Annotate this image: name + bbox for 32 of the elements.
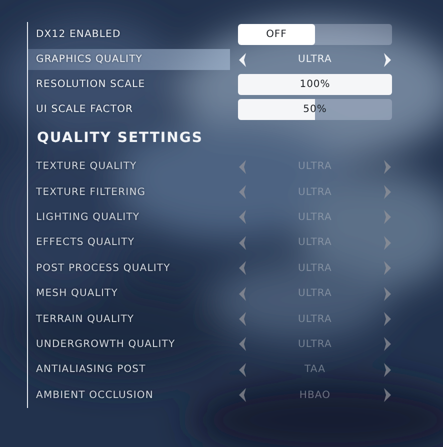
toggle-switch[interactable]: OFF — [238, 24, 392, 45]
setting-label: ANTIALIASING POST — [35, 363, 147, 378]
setting-label[interactable]: DX12 ENABLED — [28, 24, 230, 45]
option-selector[interactable]: ULTRA — [238, 52, 392, 68]
setting-label: MESH QUALITY — [35, 287, 119, 302]
setting-label[interactable]: GRAPHICS QUALITY — [28, 49, 230, 70]
next-arrow-icon[interactable] — [382, 52, 392, 68]
previous-arrow-icon[interactable] — [238, 52, 247, 68]
option-value: TAA — [304, 364, 326, 376]
option-value: HBAO — [299, 390, 331, 401]
setting-label: TERRAIN QUALITY — [35, 312, 136, 327]
setting-label[interactable]: RESOLUTION SCALE — [28, 74, 230, 95]
setting-label: POST PROCESS QUALITY — [35, 262, 172, 276]
slider-track[interactable]: 50% — [238, 99, 392, 120]
setting-label: EFFECTS QUALITY — [35, 236, 136, 250]
option-value: ULTRA — [298, 288, 332, 300]
option-value: ULTRA — [298, 54, 332, 65]
option-value: ULTRA — [298, 314, 332, 325]
slider-value: 50% — [303, 104, 327, 115]
section-title: QUALITY SETTINGS — [36, 129, 204, 148]
setting-label[interactable]: UI SCALE FACTOR — [28, 99, 230, 120]
setting-label: AMBIENT OCCLUSION — [35, 388, 154, 403]
toggle-value: OFF — [266, 29, 287, 40]
setting-label: TEXTURE FILTERING — [35, 186, 147, 200]
setting-label: TEXTURE QUALITY — [35, 160, 138, 174]
option-value: ULTRA — [298, 237, 332, 248]
option-value: ULTRA — [298, 262, 332, 274]
setting-label: LIGHTING QUALITY — [35, 210, 141, 225]
option-value: ULTRA — [298, 338, 332, 350]
slider-track[interactable]: 100% — [238, 74, 392, 95]
setting-label: UNDERGROWTH QUALITY — [35, 338, 176, 352]
slider-value: 100% — [300, 79, 330, 90]
